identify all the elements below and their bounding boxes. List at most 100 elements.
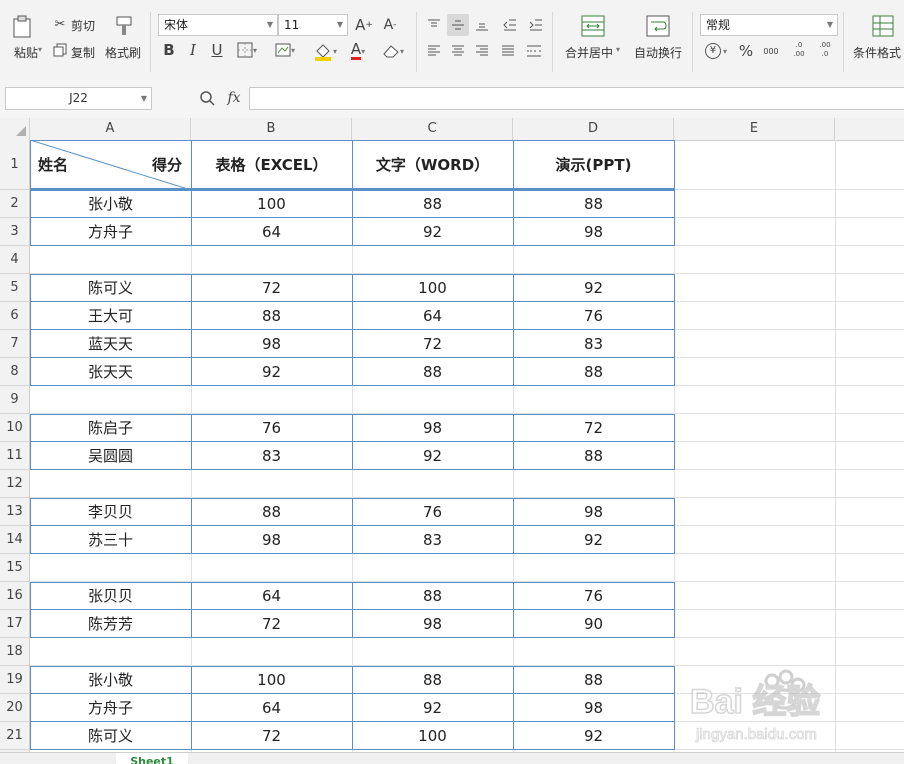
decrease-font-icon[interactable]: A- bbox=[380, 14, 400, 36]
merge-center-icon[interactable] bbox=[580, 14, 606, 38]
row-header[interactable]: 13 bbox=[0, 498, 29, 526]
row-header[interactable]: 21 bbox=[0, 722, 29, 750]
ppt-score-cell[interactable]: 90 bbox=[513, 610, 674, 638]
copy-icon[interactable] bbox=[52, 42, 68, 58]
row-header[interactable]: 20 bbox=[0, 694, 29, 722]
font-size-select[interactable]: 11 ▼ bbox=[278, 14, 348, 36]
word-score-cell[interactable]: 98 bbox=[352, 610, 513, 638]
fx-icon[interactable]: fx bbox=[224, 88, 244, 108]
ppt-score-cell[interactable]: 98 bbox=[513, 694, 674, 722]
cut-button[interactable]: 剪切 bbox=[71, 17, 95, 34]
cut-icon[interactable]: ✂ bbox=[52, 16, 68, 32]
select-all-corner[interactable] bbox=[0, 118, 30, 140]
word-score-cell[interactable]: 88 bbox=[352, 582, 513, 610]
name-cell[interactable]: 陈可义 bbox=[30, 722, 191, 750]
increase-indent-icon[interactable] bbox=[526, 14, 546, 36]
border-icon[interactable]: ▾ bbox=[232, 40, 262, 60]
paste-dropdown-icon[interactable]: ▾ bbox=[38, 45, 42, 54]
name-cell[interactable]: 陈芳芳 bbox=[30, 610, 191, 638]
excel-score-cell[interactable]: 64 bbox=[191, 694, 352, 722]
column-header-e[interactable]: E bbox=[674, 118, 835, 140]
column-header-d[interactable]: D bbox=[513, 118, 674, 140]
paste-icon[interactable] bbox=[10, 14, 36, 40]
align-left-icon[interactable] bbox=[424, 40, 444, 62]
copy-button[interactable]: 复制 bbox=[71, 44, 95, 61]
column-header-b[interactable]: B bbox=[191, 118, 352, 140]
excel-score-cell[interactable]: 76 bbox=[191, 414, 352, 442]
ppt-score-cell[interactable]: 98 bbox=[513, 218, 674, 246]
excel-score-cell[interactable]: 64 bbox=[191, 582, 352, 610]
percent-icon[interactable]: % bbox=[736, 40, 756, 62]
ppt-score-cell[interactable]: 88 bbox=[513, 358, 674, 386]
ppt-score-cell[interactable]: 92 bbox=[513, 526, 674, 554]
formula-input[interactable] bbox=[249, 87, 904, 110]
row-header[interactable]: 8 bbox=[0, 358, 29, 386]
currency-icon[interactable]: ¥ ▾ bbox=[702, 40, 730, 62]
align-top-icon[interactable] bbox=[424, 14, 444, 36]
row-header[interactable]: 18 bbox=[0, 638, 29, 666]
decrease-decimal-icon[interactable]: .00 .0 bbox=[814, 38, 836, 62]
excel-score-cell[interactable]: 98 bbox=[191, 526, 352, 554]
thousands-separator-icon[interactable]: 000 bbox=[760, 40, 782, 62]
row-header[interactable]: 11 bbox=[0, 442, 29, 470]
row-header[interactable]: 10 bbox=[0, 414, 29, 442]
name-cell[interactable]: 蓝天天 bbox=[30, 330, 191, 358]
ppt-score-cell[interactable]: 76 bbox=[513, 302, 674, 330]
increase-font-icon[interactable]: A + bbox=[354, 14, 374, 36]
word-score-cell[interactable]: 88 bbox=[352, 358, 513, 386]
increase-decimal-icon[interactable]: .0 .00 bbox=[788, 38, 810, 62]
word-score-cell[interactable]: 88 bbox=[352, 190, 513, 218]
row-header[interactable]: 12 bbox=[0, 470, 29, 498]
name-cell[interactable]: 方舟子 bbox=[30, 218, 191, 246]
ppt-score-cell[interactable]: 88 bbox=[513, 190, 674, 218]
name-cell[interactable]: 张小敬 bbox=[30, 190, 191, 218]
cell-grid[interactable]: 姓名 得分 表格（EXCEL） 文字（WORD） 演示(PPT) 张小敬 100 8… bbox=[30, 140, 904, 763]
merge-dropdown-icon[interactable]: ▾ bbox=[616, 45, 620, 54]
word-score-cell[interactable]: 98 bbox=[352, 414, 513, 442]
align-bottom-icon[interactable] bbox=[472, 14, 492, 36]
decrease-indent-icon[interactable] bbox=[500, 14, 520, 36]
word-score-cell[interactable]: 92 bbox=[352, 442, 513, 470]
font-color-icon[interactable]: A ▾ bbox=[344, 40, 372, 62]
fill-pattern-icon[interactable]: ▾ bbox=[270, 40, 300, 60]
font-name-select[interactable]: 宋体 ▼ bbox=[158, 14, 278, 36]
name-cell[interactable]: 苏三十 bbox=[30, 526, 191, 554]
paste-button[interactable]: 粘贴 bbox=[2, 44, 38, 61]
word-score-cell[interactable]: 72 bbox=[352, 330, 513, 358]
excel-score-cell[interactable]: 72 bbox=[191, 722, 352, 750]
word-score-cell[interactable]: 64 bbox=[352, 302, 513, 330]
distribute-icon[interactable] bbox=[524, 40, 544, 62]
word-score-cell[interactable]: 100 bbox=[352, 722, 513, 750]
number-format-select[interactable]: 常规 ▼ bbox=[700, 14, 838, 36]
column-header-a[interactable]: A bbox=[30, 118, 191, 140]
row-header[interactable]: 7 bbox=[0, 330, 29, 358]
conditional-format-button[interactable]: 条件格式 bbox=[853, 44, 901, 61]
word-score-cell[interactable]: 76 bbox=[352, 498, 513, 526]
justify-icon[interactable] bbox=[498, 40, 518, 62]
row-header[interactable]: 2 bbox=[0, 190, 29, 218]
row-header[interactable]: 4 bbox=[0, 246, 29, 274]
ppt-score-cell[interactable]: 76 bbox=[513, 582, 674, 610]
row-header[interactable]: 9 bbox=[0, 386, 29, 414]
conditional-format-icon[interactable] bbox=[870, 14, 896, 38]
ppt-score-cell[interactable]: 88 bbox=[513, 442, 674, 470]
ppt-score-cell[interactable]: 92 bbox=[513, 722, 674, 750]
word-score-cell[interactable]: 100 bbox=[352, 274, 513, 302]
align-middle-icon[interactable] bbox=[447, 14, 469, 36]
format-painter-button[interactable]: 格式刷 bbox=[105, 44, 141, 61]
wrap-text-icon[interactable] bbox=[645, 14, 671, 38]
italic-icon[interactable]: I bbox=[184, 40, 202, 60]
row-header[interactable]: 14 bbox=[0, 526, 29, 554]
ppt-score-cell[interactable]: 92 bbox=[513, 274, 674, 302]
clear-format-icon[interactable]: ▾ bbox=[378, 40, 408, 62]
word-score-cell[interactable]: 83 bbox=[352, 526, 513, 554]
ppt-score-cell[interactable]: 98 bbox=[513, 498, 674, 526]
ppt-score-cell[interactable]: 83 bbox=[513, 330, 674, 358]
row-header[interactable]: 19 bbox=[0, 666, 29, 694]
name-cell[interactable]: 张贝贝 bbox=[30, 582, 191, 610]
row-header[interactable]: 15 bbox=[0, 554, 29, 582]
zoom-search-icon[interactable] bbox=[198, 88, 216, 108]
name-cell[interactable]: 陈启子 bbox=[30, 414, 191, 442]
column-header-c[interactable]: C bbox=[352, 118, 513, 140]
align-center-icon[interactable] bbox=[448, 40, 468, 62]
